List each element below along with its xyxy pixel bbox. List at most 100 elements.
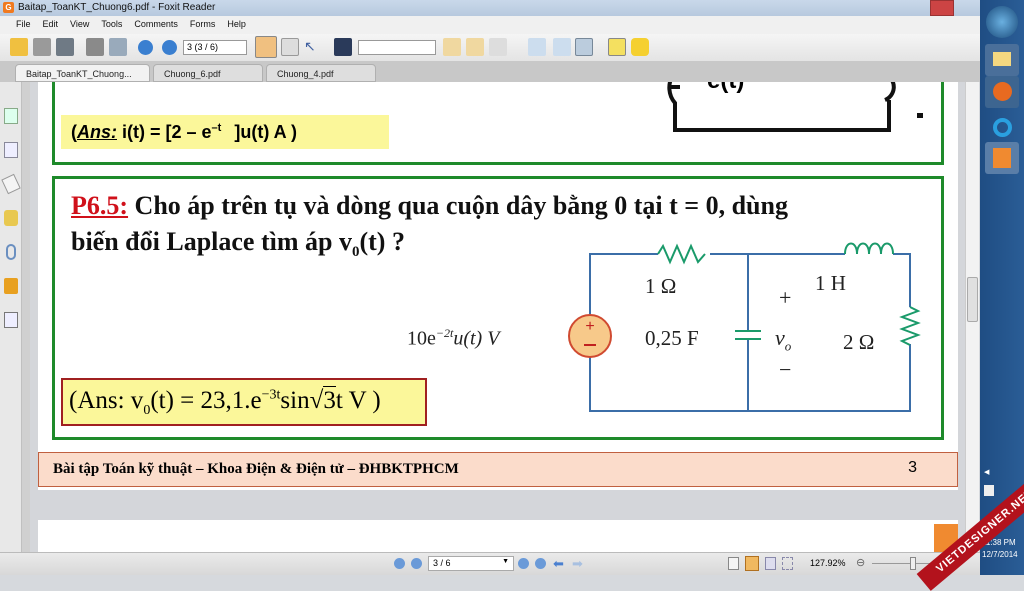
signature-icon[interactable] — [4, 312, 18, 328]
action-center-flag-icon[interactable] — [984, 485, 994, 496]
zoom-slider-thumb[interactable] — [910, 557, 916, 570]
menu-bar: File Edit View Tools Comments Forms Help — [0, 16, 980, 34]
next-pdf-page — [38, 520, 958, 552]
facing-page-icon[interactable] — [765, 557, 776, 570]
src-exp: −2t — [435, 326, 454, 340]
menu-file[interactable]: File — [10, 16, 37, 34]
scrollbar-thumb[interactable] — [967, 277, 978, 322]
prev-page-icon[interactable] — [411, 558, 422, 569]
next-page-icon[interactable] — [162, 40, 177, 55]
menu-help[interactable]: Help — [221, 16, 252, 34]
print-icon[interactable] — [86, 38, 104, 56]
r2-label: 2 Ω — [843, 330, 875, 354]
note-comment-icon[interactable] — [631, 38, 649, 56]
single-page-icon[interactable] — [728, 557, 739, 570]
exponent: –t — [211, 122, 222, 134]
inductor — [844, 242, 894, 255]
hand-tool-icon[interactable] — [255, 36, 277, 58]
previous-page-icon[interactable] — [138, 40, 153, 55]
vo-sub: o — [784, 338, 792, 354]
find-previous-icon[interactable] — [443, 38, 461, 56]
page-select[interactable]: 3 / 6 ▼ — [428, 556, 514, 571]
previous-answer: (Ans: i(t) = [2 – e–t ]u(t) A ) — [61, 115, 389, 149]
explorer-taskbar-icon[interactable] — [985, 44, 1019, 76]
src-a: 10e — [407, 327, 436, 350]
tab-chuong-6[interactable]: Chuong_6.pdf — [153, 64, 263, 82]
zoom-level[interactable]: 127.92% — [810, 558, 846, 568]
document-view: (Ans: i(t) = [2 – e–t ]u(t) A ) e(t) P6.… — [30, 82, 965, 552]
page-footer: Bài tập Toán kỹ thuật – Khoa Điện & Điện… — [38, 452, 958, 487]
zoom-out-icon[interactable]: ⊖ — [856, 556, 865, 569]
menu-edit[interactable]: Edit — [37, 16, 65, 34]
page-value: 3 / 6 — [433, 558, 451, 568]
page-number-input[interactable]: 3 (3 / 6) — [183, 40, 247, 55]
search-options-icon[interactable] — [489, 38, 507, 56]
r1-label: 1 Ω — [645, 274, 677, 298]
search-input[interactable] — [358, 40, 436, 55]
previous-circuit-fragment — [667, 82, 923, 132]
fit-page-icon[interactable] — [553, 38, 571, 56]
status-bar: 3 / 6 ▼ ⬅ ➡ 127.92% ⊖ — [0, 552, 980, 575]
panel-splitter[interactable] — [22, 82, 30, 552]
title-bar: G Baitap_ToanKT_Chuong6.pdf - Foxit Read… — [0, 0, 980, 16]
fit-width-icon[interactable] — [575, 38, 593, 56]
navigation-panel — [0, 82, 22, 552]
attachments-icon[interactable] — [6, 244, 16, 260]
menu-view[interactable]: View — [64, 16, 95, 34]
vertical-scrollbar[interactable] — [965, 82, 979, 552]
comments-icon[interactable] — [4, 210, 18, 226]
circuit-diagram: + — [568, 242, 921, 412]
menu-comments[interactable]: Comments — [128, 16, 184, 34]
typewriter-icon[interactable] — [608, 38, 626, 56]
prev-source-label: e(t) — [707, 82, 744, 95]
coccoc-taskbar-icon[interactable] — [985, 112, 1019, 144]
last-page-icon[interactable] — [535, 558, 546, 569]
resistor-2 — [899, 306, 921, 346]
back-arrow-icon[interactable]: ⬅ — [553, 556, 564, 572]
layers-icon[interactable] — [1, 173, 21, 195]
c1-label: 0,25 F — [645, 326, 699, 350]
toolbar: 3 (3 / 6) ↖ — [0, 34, 980, 62]
source-label: 10e−2tu(t) V — [407, 326, 499, 351]
find-binoculars-icon[interactable] — [334, 38, 352, 56]
forward-arrow-icon[interactable]: ➡ — [572, 556, 583, 572]
previous-problem-box: (Ans: i(t) = [2 – e–t ]u(t) A ) e(t) — [52, 82, 944, 165]
foxit-taskbar-icon[interactable] — [985, 142, 1019, 174]
pages-icon[interactable] — [4, 142, 18, 158]
foxit-app-icon: G — [3, 2, 14, 13]
formula: i(t) = [2 – e — [122, 122, 212, 142]
clock-date[interactable]: 12/7/2014 — [982, 550, 1018, 559]
menu-tools[interactable]: Tools — [95, 16, 128, 34]
actual-size-icon[interactable] — [528, 38, 546, 56]
tab-baitap[interactable]: Baitap_ToanKT_Chuong... x — [15, 64, 150, 89]
show-hidden-icons[interactable]: ◀ — [984, 468, 989, 476]
open-icon[interactable] — [10, 38, 28, 56]
next-page-icon[interactable] — [518, 558, 529, 569]
l1-label: 1 H — [815, 271, 846, 295]
select-cursor-icon[interactable]: ↖ — [304, 38, 322, 56]
find-next-icon[interactable] — [466, 38, 484, 56]
problem-box: P6.5: Cho áp trên tụ và dòng qua cuộn dâ… — [52, 176, 944, 440]
footer-text: Bài tập Toán kỹ thuật – Khoa Điện & Điện… — [53, 461, 459, 477]
document-tabs: Baitap_ToanKT_Chuong... x Chuong_6.pdf C… — [0, 62, 980, 89]
formula-rest: ]u(t) A ) — [234, 122, 297, 142]
window-title: Baitap_ToanKT_Chuong6.pdf - Foxit Reader — [18, 2, 216, 13]
email-icon[interactable] — [109, 38, 127, 56]
tab-chuong-4[interactable]: Chuong_4.pdf — [266, 64, 376, 82]
security-lock-icon[interactable] — [4, 278, 18, 294]
firefox-taskbar-icon[interactable] — [985, 76, 1019, 108]
vo-minus: − — [779, 357, 792, 382]
menu-forms[interactable]: Forms — [184, 16, 222, 34]
footer-page-number: 3 — [908, 459, 917, 476]
select-text-icon[interactable] — [281, 38, 299, 56]
start-button-icon[interactable] — [986, 6, 1018, 38]
first-page-icon[interactable] — [394, 558, 405, 569]
resistor-1 — [657, 243, 706, 265]
save-as-icon[interactable] — [56, 38, 74, 56]
close-window-button[interactable] — [930, 0, 954, 16]
save-icon[interactable] — [33, 38, 51, 56]
continuous-page-icon[interactable] — [745, 556, 759, 571]
pdf-page: (Ans: i(t) = [2 – e–t ]u(t) A ) e(t) P6.… — [38, 82, 958, 490]
bookmarks-icon[interactable] — [4, 108, 18, 124]
continuous-facing-icon[interactable] — [782, 557, 793, 570]
